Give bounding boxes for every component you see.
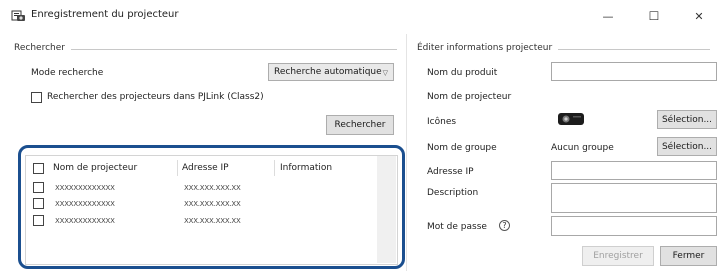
group-select-button[interactable]: Sélection... bbox=[657, 137, 717, 156]
icon-select-button[interactable]: Sélection... bbox=[657, 110, 717, 129]
search-button[interactable]: Rechercher bbox=[326, 115, 394, 135]
password-label: Mot de passe bbox=[427, 222, 487, 232]
description-label: Description bbox=[427, 188, 479, 198]
help-icon[interactable]: ? bbox=[499, 220, 510, 231]
chevron-down-icon: ▽ bbox=[382, 69, 388, 77]
pjlink-label: Rechercher des projecteurs dans PJLink (… bbox=[47, 92, 264, 102]
description-input[interactable] bbox=[551, 183, 717, 213]
close-icon[interactable]: ✕ bbox=[685, 4, 713, 28]
projector-register-icon bbox=[11, 10, 25, 21]
mode-select-value: Recherche automatique bbox=[274, 67, 382, 77]
projector-name-label: Nom de projecteur bbox=[427, 92, 512, 102]
ip-address-label: Adresse IP bbox=[427, 167, 474, 177]
mode-select[interactable]: Recherche automatique ▽ bbox=[268, 63, 394, 81]
window-title: Enregistrement du projecteur bbox=[31, 9, 179, 20]
password-input[interactable] bbox=[551, 216, 717, 236]
close-button[interactable]: Fermer bbox=[660, 246, 717, 266]
pjlink-checkbox[interactable] bbox=[31, 92, 42, 103]
ip-address-input[interactable] bbox=[551, 161, 717, 180]
group-name-value: Aucun groupe bbox=[551, 143, 614, 153]
mode-label: Mode recherche bbox=[31, 68, 104, 78]
maximize-icon[interactable]: ☐ bbox=[640, 4, 668, 28]
search-group-label: Rechercher bbox=[14, 43, 71, 53]
product-name-label: Nom du produit bbox=[427, 68, 498, 78]
icons-label: Icônes bbox=[427, 117, 457, 127]
search-group-divider bbox=[20, 49, 397, 50]
panel-divider bbox=[406, 34, 407, 271]
results-highlight-frame bbox=[18, 145, 405, 269]
group-name-label: Nom de groupe bbox=[427, 143, 497, 153]
product-name-input[interactable] bbox=[551, 62, 717, 81]
register-button[interactable]: Enregistrer bbox=[582, 246, 654, 266]
edit-group-label: Éditer informations projecteur bbox=[417, 43, 559, 53]
minimize-icon[interactable]: — bbox=[594, 4, 622, 28]
projector-icon bbox=[558, 113, 584, 125]
